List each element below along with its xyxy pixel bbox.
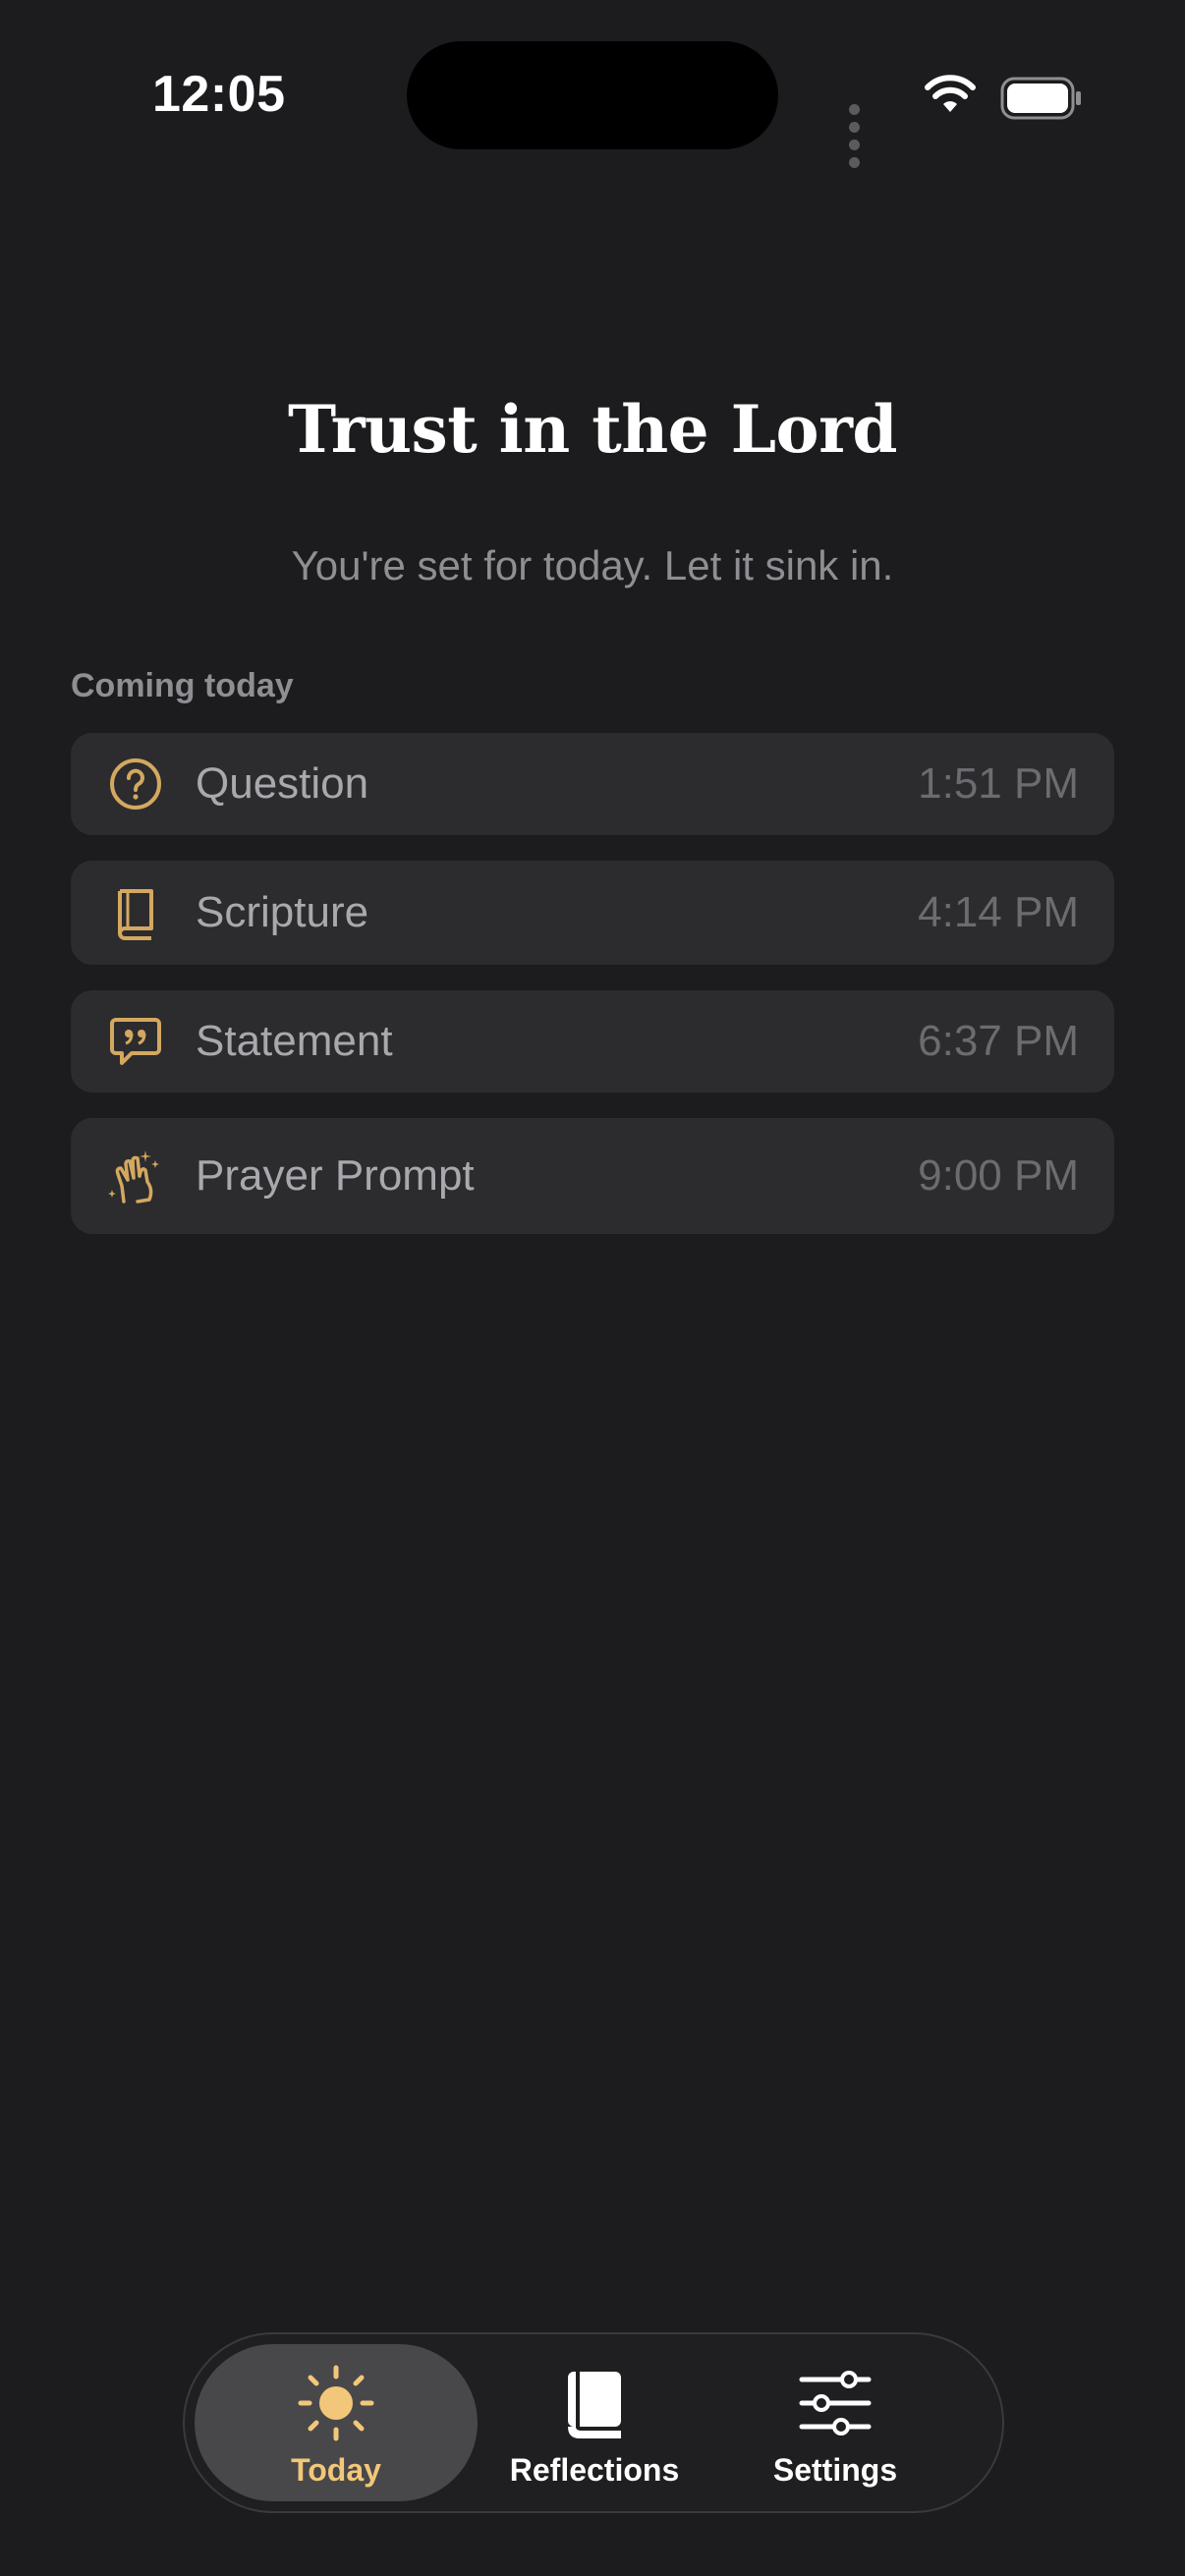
book-icon	[118, 889, 153, 940]
item-time: 6:37 PM	[918, 1017, 1079, 1065]
page-title: Trust in the Lord	[287, 391, 898, 468]
item-time: 9:00 PM	[918, 1151, 1079, 1200]
praying-hands-icon	[108, 1150, 159, 1204]
item-time: 1:51 PM	[918, 759, 1079, 808]
sliders-icon	[799, 2371, 872, 2436]
today-screen: 12:05 Trust in the Lord You're set for t…	[0, 0, 1185, 2576]
dynamic-island	[407, 41, 778, 149]
cellular-signal-icon	[849, 102, 866, 173]
book-icon	[568, 2372, 621, 2438]
list-item-question[interactable]: Question 1:51 PM	[71, 733, 1114, 835]
tab-settings[interactable]: Settings	[717, 2344, 953, 2501]
tab-label: Settings	[772, 2452, 898, 2488]
section-label-coming-today: Coming today	[71, 667, 294, 704]
wifi-icon	[925, 75, 976, 112]
list-item-statement[interactable]: Statement 6:37 PM	[71, 990, 1114, 1092]
list-item-scripture[interactable]: Scripture 4:14 PM	[71, 861, 1114, 965]
page-subtitle: You're set for today. Let it sink in.	[291, 542, 894, 588]
battery-icon	[1000, 77, 1081, 120]
item-time: 4:14 PM	[918, 888, 1079, 936]
question-circle-icon	[110, 758, 161, 810]
tab-label: Reflections	[509, 2452, 680, 2488]
tab-reflections[interactable]: Reflections	[481, 2344, 707, 2501]
item-label: Prayer Prompt	[196, 1151, 475, 1200]
tab-today[interactable]: Today	[195, 2344, 478, 2501]
item-label: Statement	[196, 1017, 393, 1065]
list-item-prayer-prompt[interactable]: Prayer Prompt 9:00 PM	[71, 1118, 1114, 1234]
status-time: 12:05	[152, 66, 286, 123]
sun-icon	[298, 2365, 374, 2441]
tab-bar: Today Reflections Settings	[183, 2332, 1004, 2513]
item-label: Scripture	[196, 888, 369, 936]
quote-bubble-icon	[110, 1018, 161, 1065]
item-label: Question	[196, 759, 369, 808]
tab-label: Today	[291, 2452, 381, 2488]
